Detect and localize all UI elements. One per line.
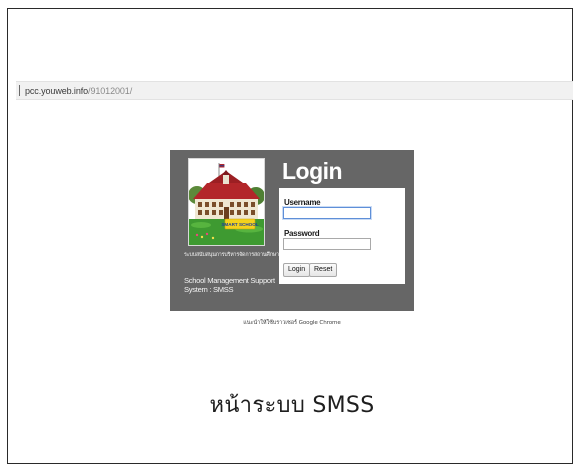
address-bar[interactable]: pcc.youweb.info/91012001/ <box>16 81 573 100</box>
slide-caption: หน้าระบบ SMSS <box>209 393 375 418</box>
username-label: Username <box>284 198 321 207</box>
url-path: /91012001/ <box>88 85 133 96</box>
password-input[interactable] <box>283 238 371 250</box>
system-thai-caption: ระบบสนับสนุนการบริหารจัดการสถานศึกษา <box>184 252 279 258</box>
school-building-icon: SMART SCHOOL <box>188 158 265 246</box>
login-panel: SMART SCHOOL ระบบสนับสนุนการบริหารจัดการ… <box>170 150 414 311</box>
login-title: Login <box>282 158 343 184</box>
login-form: Username Password Login Reset <box>279 188 405 284</box>
login-button[interactable]: Login <box>283 263 311 277</box>
url-host: pcc.youweb.info <box>25 85 89 96</box>
password-label: Password <box>284 229 320 238</box>
address-url[interactable]: pcc.youweb.info/91012001/ <box>25 86 132 96</box>
school-sign-text: SMART SCHOOL <box>221 222 258 227</box>
username-input[interactable] <box>283 207 371 219</box>
system-name: School Management Support System : SMSS <box>184 276 275 294</box>
text-caret <box>19 85 20 96</box>
browser-recommendation: แนะนำให้ใช้บราวเซอร์ Google Chrome <box>243 320 341 326</box>
reset-button[interactable]: Reset <box>309 263 338 277</box>
